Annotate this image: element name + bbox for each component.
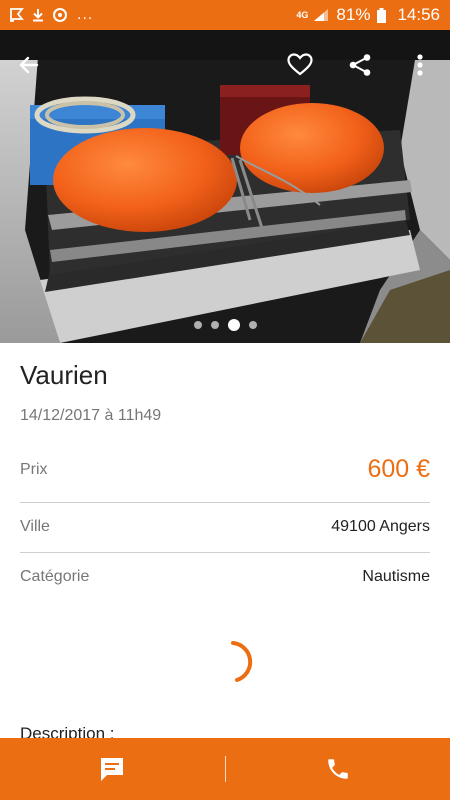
notification-flag-icon <box>10 8 24 22</box>
status-bar: ... 4G 81% 14:56 <box>0 0 450 30</box>
back-button[interactable] <box>11 47 47 83</box>
message-button[interactable] <box>0 738 225 800</box>
gallery-dot[interactable] <box>193 321 202 329</box>
gallery-dot[interactable] <box>248 321 257 329</box>
more-notifications: ... <box>77 6 94 23</box>
network-type: 4G <box>296 9 309 20</box>
favorite-button[interactable] <box>282 47 318 83</box>
listing-photo <box>0 30 450 343</box>
category-value: Nautisme <box>362 568 430 585</box>
gallery-dot-active[interactable] <box>227 319 240 331</box>
sync-icon <box>52 7 68 23</box>
signal-icon <box>313 8 329 22</box>
listing-title: Vaurien <box>20 360 108 390</box>
price-label: Prix <box>20 460 48 478</box>
heart-outline-icon <box>287 53 313 76</box>
category-label: Catégorie <box>20 568 90 585</box>
share-button[interactable] <box>342 47 378 83</box>
city-label: Ville <box>20 518 50 535</box>
battery-icon <box>377 7 387 23</box>
battery-percent: 81% <box>336 5 371 24</box>
status-bar-left: ... <box>10 6 93 24</box>
download-icon <box>31 8 45 22</box>
city-value: 49100 Angers <box>331 518 430 535</box>
loading-spinner-icon <box>231 641 253 682</box>
share-icon <box>349 54 371 76</box>
gallery-pagination <box>0 319 450 331</box>
city-row: Ville 49100 Angers <box>20 518 430 536</box>
chat-bubble-icon <box>101 758 124 781</box>
divider <box>20 552 430 553</box>
listing-photo-gallery[interactable] <box>0 30 450 343</box>
status-bar-right: 4G 81% 14:56 <box>296 5 440 25</box>
divider <box>20 502 430 503</box>
category-row: Catégorie Nautisme <box>20 568 430 586</box>
contact-action-bar <box>0 738 450 800</box>
price-value: 600 € <box>367 455 430 483</box>
listing-date: 14/12/2017 à 11h49 <box>20 407 162 424</box>
gallery-dot[interactable] <box>210 321 219 329</box>
arrow-left-icon <box>19 56 39 74</box>
clock: 14:56 <box>397 5 440 24</box>
more-options-button[interactable] <box>402 47 438 83</box>
more-vertical-icon <box>417 54 423 76</box>
call-button[interactable] <box>226 738 450 800</box>
price-row: Prix 600 € <box>20 455 430 484</box>
phone-icon <box>328 759 348 779</box>
